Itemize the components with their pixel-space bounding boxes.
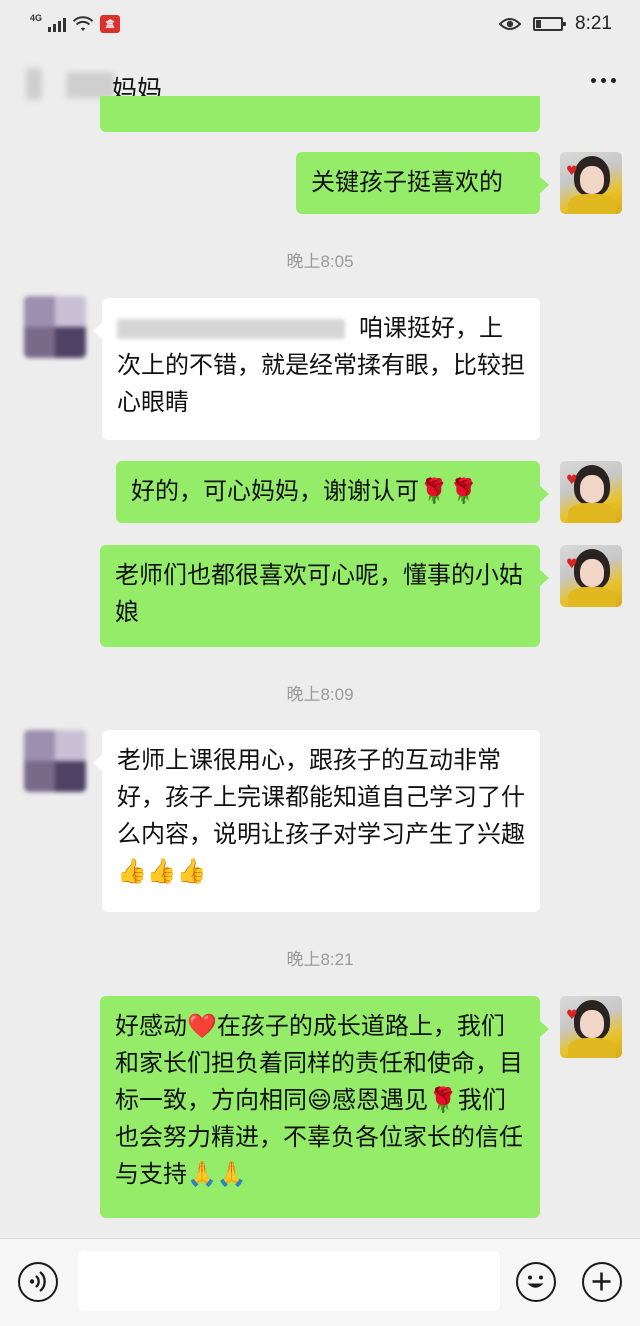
message-text: 老师们也都很喜欢可心呢，懂事的小姑娘: [115, 561, 523, 626]
message-text: 好的，可心妈妈，谢谢认可🌹🌹: [131, 477, 479, 505]
message-input[interactable]: [78, 1251, 500, 1311]
emoji-icon: [527, 1275, 544, 1288]
message-bubble-out[interactable]: 好感动❤️在孩子的成长道路上，我们和家长们担负着同样的责任和使命，目标一致，方向…: [100, 996, 549, 1218]
plus-icon: [592, 1272, 611, 1291]
voice-button[interactable]: [18, 1262, 58, 1302]
battery-icon: [533, 17, 567, 31]
more-dots-icon: [591, 78, 596, 83]
emoji-button[interactable]: [516, 1262, 556, 1302]
network-type: 4G: [30, 13, 43, 23]
input-bar: [0, 1238, 640, 1326]
message-bubble-partial[interactable]: [100, 96, 540, 132]
message-bubble-out[interactable]: 老师们也都很喜欢可心呢，懂事的小姑娘: [100, 545, 549, 647]
plus-button[interactable]: [582, 1262, 622, 1302]
voice-icon: [29, 1271, 46, 1292]
my-avatar[interactable]: ♥: [560, 461, 622, 523]
battery-level: [536, 20, 542, 28]
message-bubble-out[interactable]: 关键孩子挺喜欢的: [296, 152, 549, 214]
my-avatar[interactable]: ♥: [560, 545, 622, 607]
message-text: 关键孩子挺喜欢的: [311, 168, 503, 196]
eye-comfort-icon: [499, 18, 522, 30]
redacted-name: [66, 72, 114, 98]
timestamp: 晚上8:05: [286, 252, 354, 271]
message-bubble-out[interactable]: 好的，可心妈妈，谢谢认可🌹🌹: [116, 461, 549, 523]
wifi-icon: [72, 16, 94, 31]
contact-avatar[interactable]: [24, 296, 86, 358]
message-bubble-in[interactable]: 老师上课很用心，跟孩子的互动非常好，孩子上完课都能知道自己学习了什么内容，说明让…: [93, 730, 540, 912]
message-bubble-in[interactable]: 咱课挺好，上次上的不错，就是经常揉有眼，比较担心眼睛: [93, 298, 540, 440]
my-avatar[interactable]: ♥: [560, 996, 622, 1058]
status-bar: 4G 盒 8:21: [0, 0, 640, 48]
app-badge-icon: 盒: [100, 15, 121, 33]
status-left: 4G 盒: [30, 12, 121, 36]
message-text: 老师上课很用心，跟孩子的互动非常好，孩子上完课都能知道自己学习了什么内容，说明让…: [117, 746, 525, 885]
signal-icon: [48, 16, 67, 32]
status-right: 8:21: [499, 10, 612, 38]
timestamp: 晚上8:09: [286, 685, 354, 704]
timestamp: 晚上8:21: [286, 950, 354, 969]
my-avatar[interactable]: ♥: [560, 152, 622, 214]
message-text: 好感动❤️在孩子的成长道路上，我们和家长们担负着同样的责任和使命，目标一致，方向…: [115, 1012, 523, 1188]
contact-avatar[interactable]: [24, 730, 86, 792]
clock: 8:21: [575, 13, 612, 34]
message-list[interactable]: 关键孩子挺喜欢的 ♥ 晚上8:05 咱课挺好，上次上的不错，就是经常揉有眼，比较…: [0, 96, 640, 1238]
redacted-text: [117, 319, 345, 339]
more-button[interactable]: [591, 78, 616, 83]
